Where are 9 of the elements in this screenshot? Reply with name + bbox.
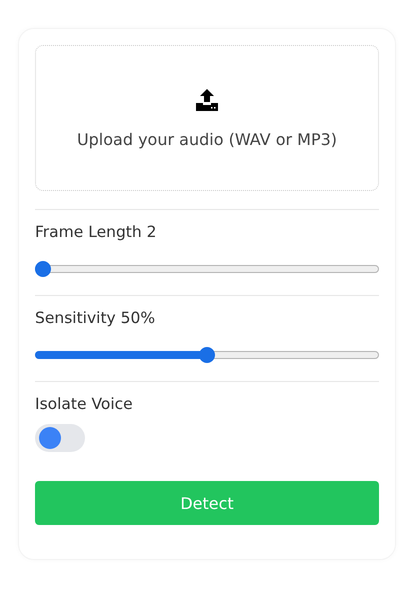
upload-icon [195, 88, 219, 112]
upload-label: Upload your audio (WAV or MP3) [76, 130, 338, 148]
slider[interactable] [35, 261, 379, 277]
slider[interactable] [35, 347, 379, 363]
toggle-label: Isolate Voice [35, 395, 134, 413]
slider-label: Sensitivity 50% [35, 309, 156, 327]
toggle-switch[interactable] [35, 424, 85, 452]
upload-dropzone[interactable]: Upload your audio (WAV or MP3) [35, 45, 379, 191]
slider-label: Frame Length 2 [35, 223, 158, 241]
